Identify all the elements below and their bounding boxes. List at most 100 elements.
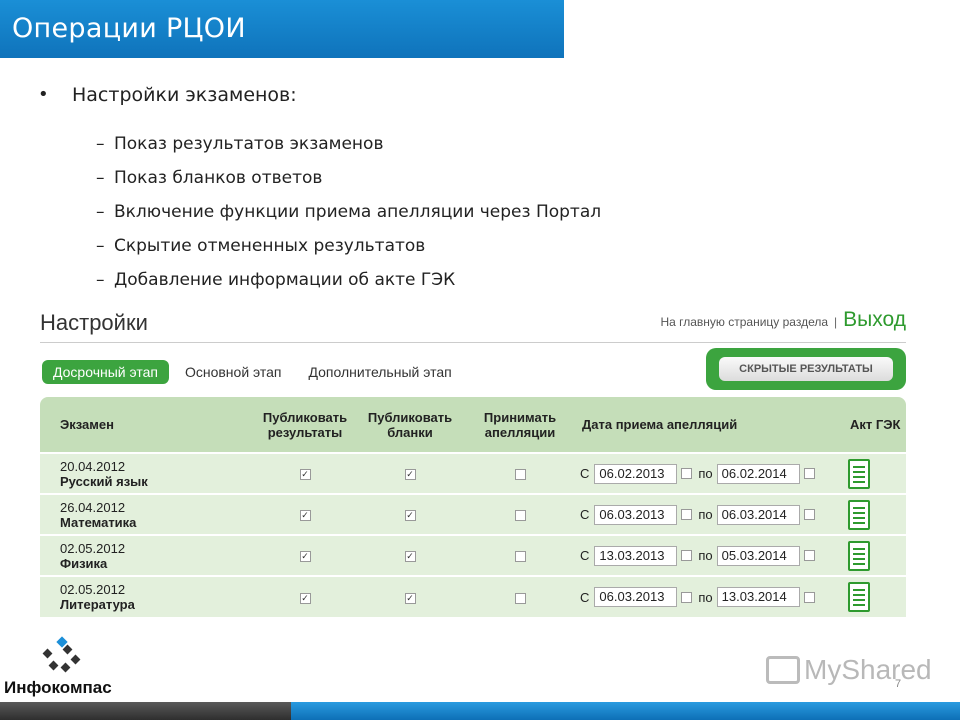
sub-bullet: Показ бланков ответов [38, 161, 601, 195]
accept-appeals-checkbox[interactable] [514, 592, 526, 604]
slide-title-bar: Операции РЦОИ [0, 0, 564, 58]
exam-cell: 02.05.2012 Литература [40, 575, 250, 617]
publish-results-checkbox[interactable]: ✓ [299, 469, 311, 481]
appeal-from-field[interactable]: 06.03.2013 [594, 504, 678, 525]
gek-act-cell [848, 452, 906, 494]
link-separator: | [834, 315, 838, 329]
to-date-checkbox[interactable] [803, 591, 815, 603]
hidden-results-button[interactable]: СКРЫТЫЕ РЕЗУЛЬТАТЫ [706, 348, 906, 390]
document-icon[interactable] [848, 582, 870, 612]
publish-results-cell: ✓ [250, 534, 360, 576]
publish-blanks-checkbox[interactable]: ✓ [404, 510, 416, 522]
appeal-to-field[interactable]: 05.03.2014 [716, 545, 800, 566]
to-label: по [698, 507, 713, 522]
footer-bar-dark [0, 702, 291, 720]
publish-blanks-checkbox[interactable]: ✓ [404, 469, 416, 481]
col-publish-results: Публиковать результаты [250, 397, 360, 453]
from-label: С [580, 466, 590, 481]
exams-table: Экзамен Публиковать результаты Публикова… [40, 397, 906, 617]
exam-subject: Физика [60, 555, 108, 571]
publish-results-cell: ✓ [250, 575, 360, 617]
appeal-dates-cell: С 06.02.2013 по 06.02.2014 [580, 452, 848, 494]
publish-blanks-checkbox[interactable]: ✓ [404, 551, 416, 563]
appeal-to-field[interactable]: 06.02.2014 [716, 463, 800, 484]
accept-appeals-checkbox[interactable] [514, 551, 526, 563]
stage-tabs: Досрочный этап Основной этап Дополнитель… [42, 360, 463, 384]
settings-panel: Настройки На главную страницу раздела | … [40, 308, 906, 617]
gek-act-cell [848, 534, 906, 576]
logout-link[interactable]: Выход [843, 308, 906, 332]
publish-results-checkbox[interactable]: ✓ [299, 510, 311, 522]
sub-bullet: Скрытие отмененных результатов [38, 229, 601, 263]
from-date-checkbox[interactable] [681, 550, 693, 561]
accept-appeals-cell [460, 575, 580, 617]
to-date-checkbox[interactable] [803, 468, 815, 479]
exam-date: 02.05.2012 [60, 582, 126, 597]
col-publish-blanks: Публиковать бланки [360, 397, 460, 453]
appeal-from-field[interactable]: 06.02.2013 [594, 463, 678, 484]
publish-results-cell: ✓ [250, 493, 360, 535]
slide-title: Операции РЦОИ [12, 13, 246, 44]
footer-bar-blue [291, 702, 960, 720]
from-date-checkbox[interactable] [681, 468, 693, 479]
exam-cell: 26.04.2012 Математика [40, 493, 250, 535]
document-icon[interactable] [848, 499, 870, 530]
exam-date: 20.04.2012 [60, 458, 126, 474]
settings-title: Настройки [40, 310, 148, 335]
publish-results-checkbox[interactable]: ✓ [299, 551, 311, 563]
appeal-from-field[interactable]: 06.03.2013 [594, 587, 678, 607]
from-date-checkbox[interactable] [681, 591, 693, 603]
tab-additional-stage[interactable]: Дополнительный этап [297, 360, 462, 384]
from-label: С [580, 589, 590, 605]
appeal-from-field[interactable]: 13.03.2013 [594, 545, 678, 566]
logo-mark-icon [42, 636, 81, 673]
accept-appeals-checkbox[interactable] [514, 469, 526, 481]
accept-appeals-cell [460, 452, 580, 494]
accept-appeals-cell [460, 534, 580, 576]
logo-text: Инфокомпас [4, 678, 112, 697]
sub-bullet: Включение функции приема апелляции через… [38, 195, 601, 229]
appeal-dates-cell: С 06.03.2013 по 13.03.2014 [580, 575, 848, 617]
to-date-checkbox[interactable] [803, 509, 815, 520]
appeal-to-field[interactable]: 13.03.2014 [716, 587, 800, 607]
infokompas-logo: Инфокомпас [4, 636, 114, 700]
home-link[interactable]: На главную страницу раздела [660, 315, 828, 329]
col-accept-appeals: Принимать апелляции [460, 397, 580, 453]
watermark: MyShared [766, 654, 932, 686]
hidden-results-label: СКРЫТЫЕ РЕЗУЛЬТАТЫ [719, 357, 893, 381]
page-number: 7 [895, 678, 902, 690]
publish-results-cell: ✓ [250, 452, 360, 494]
to-label: по [698, 548, 713, 563]
from-label: С [580, 507, 590, 522]
publish-blanks-cell: ✓ [360, 575, 460, 617]
exam-cell: 20.04.2012 Русский язык [40, 452, 250, 494]
document-icon[interactable] [848, 458, 870, 489]
tab-early-stage[interactable]: Досрочный этап [42, 360, 169, 384]
table-row: 26.04.2012 Математика ✓ ✓ С 06.03.2013 по 06.03… [40, 493, 906, 535]
monitor-icon [766, 656, 800, 684]
exam-date: 02.05.2012 [60, 540, 126, 556]
col-gek-act: Акт ГЭК [848, 397, 906, 453]
tab-main-stage[interactable]: Основной этап [174, 360, 293, 384]
document-icon[interactable] [848, 540, 870, 571]
publish-blanks-checkbox[interactable]: ✓ [404, 592, 416, 604]
appeal-to-field[interactable]: 06.03.2014 [716, 504, 800, 525]
exam-cell: 02.05.2012 Физика [40, 534, 250, 576]
accept-appeals-checkbox[interactable] [514, 510, 526, 522]
exam-subject: Русский язык [60, 473, 148, 489]
table-row: 20.04.2012 Русский язык ✓ ✓ С 06.02.2013 по 06.… [40, 452, 906, 494]
col-appeal-dates: Дата приема апелляций [580, 397, 848, 453]
from-date-checkbox[interactable] [681, 509, 693, 520]
from-label: С [580, 548, 590, 563]
col-exam: Экзамен [40, 397, 250, 453]
table-row: 02.05.2012 Физика ✓ ✓ С 13.03.2013 по 05.03.201… [40, 534, 906, 576]
publish-results-checkbox[interactable]: ✓ [299, 592, 311, 604]
header-links: На главную страницу раздела | Выход [660, 308, 906, 332]
publish-blanks-cell: ✓ [360, 493, 460, 535]
appeal-dates-cell: С 13.03.2013 по 05.03.2014 [580, 534, 848, 576]
to-label: по [698, 589, 713, 605]
to-date-checkbox[interactable] [803, 550, 815, 561]
publish-blanks-cell: ✓ [360, 534, 460, 576]
sub-bullet: Добавление информации об акте ГЭК [38, 263, 601, 297]
accept-appeals-cell [460, 493, 580, 535]
